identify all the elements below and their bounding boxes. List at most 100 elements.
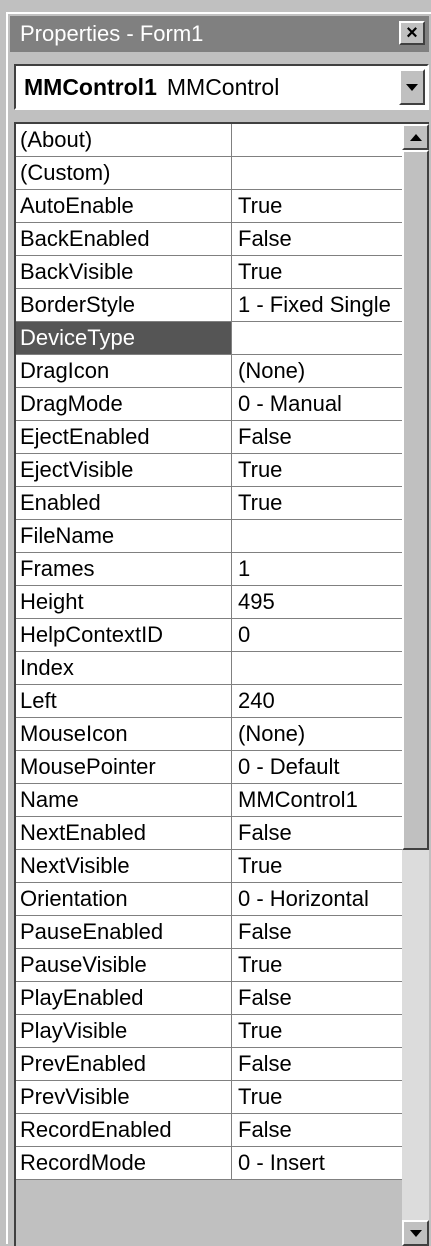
property-value[interactable]: True	[232, 850, 402, 882]
property-name[interactable]: Left	[16, 685, 232, 717]
property-row[interactable]: MousePointer 0 - Default	[16, 751, 402, 784]
property-value[interactable]	[232, 124, 402, 156]
property-row[interactable]: Orientation 0 - Horizontal	[16, 883, 402, 916]
property-name[interactable]: Orientation	[16, 883, 232, 915]
property-row[interactable]: Enabled True	[16, 487, 402, 520]
property-name[interactable]: Height	[16, 586, 232, 618]
property-name[interactable]: DragIcon	[16, 355, 232, 387]
property-value[interactable]: False	[232, 1048, 402, 1080]
property-row[interactable]: DragMode 0 - Manual	[16, 388, 402, 421]
property-row[interactable]: PrevEnabled False	[16, 1048, 402, 1081]
property-row[interactable]: DragIcon (None)	[16, 355, 402, 388]
property-value[interactable]: True	[232, 190, 402, 222]
property-value[interactable]: 240	[232, 685, 402, 717]
scroll-down-button[interactable]	[402, 1220, 429, 1246]
property-name[interactable]: Frames	[16, 553, 232, 585]
property-value[interactable]	[232, 157, 402, 189]
property-value[interactable]: False	[232, 982, 402, 1014]
property-row[interactable]: (About)	[16, 124, 402, 157]
property-row[interactable]: Name MMControl1	[16, 784, 402, 817]
property-row[interactable]: EjectEnabled False	[16, 421, 402, 454]
scroll-up-button[interactable]	[402, 124, 429, 150]
property-name[interactable]: PauseVisible	[16, 949, 232, 981]
property-value[interactable]: (None)	[232, 355, 402, 387]
property-name[interactable]: HelpContextID	[16, 619, 232, 651]
property-name[interactable]: BorderStyle	[16, 289, 232, 321]
property-row[interactable]: MouseIcon (None)	[16, 718, 402, 751]
property-name[interactable]: BackVisible	[16, 256, 232, 288]
property-row[interactable]: RecordMode 0 - Insert	[16, 1147, 402, 1180]
property-row[interactable]: PlayVisible True	[16, 1015, 402, 1048]
property-value[interactable]: False	[232, 223, 402, 255]
property-name[interactable]: PlayEnabled	[16, 982, 232, 1014]
property-row[interactable]: BackVisible True	[16, 256, 402, 289]
property-value[interactable]: True	[232, 454, 402, 486]
property-row[interactable]: Height 495	[16, 586, 402, 619]
property-name[interactable]: MouseIcon	[16, 718, 232, 750]
property-name[interactable]: PrevEnabled	[16, 1048, 232, 1080]
property-row[interactable]: RecordEnabled False	[16, 1114, 402, 1147]
property-value[interactable]: False	[232, 916, 402, 948]
object-selector[interactable]: MMControl1 MMControl	[14, 64, 429, 110]
property-row[interactable]: Index	[16, 652, 402, 685]
property-name[interactable]: DragMode	[16, 388, 232, 420]
property-name[interactable]: EjectVisible	[16, 454, 232, 486]
vertical-scrollbar[interactable]	[402, 124, 429, 1246]
property-row[interactable]: PrevVisible True	[16, 1081, 402, 1114]
property-name[interactable]: PlayVisible	[16, 1015, 232, 1047]
property-row[interactable]: HelpContextID 0	[16, 619, 402, 652]
property-value[interactable]: 1 - Fixed Single	[232, 289, 402, 321]
property-row[interactable]: NextEnabled False	[16, 817, 402, 850]
property-name[interactable]: RecordMode	[16, 1147, 232, 1179]
property-name[interactable]: NextEnabled	[16, 817, 232, 849]
property-value[interactable]: 0 - Default	[232, 751, 402, 783]
property-row[interactable]: BorderStyle 1 - Fixed Single	[16, 289, 402, 322]
property-value[interactable]: False	[232, 421, 402, 453]
property-name[interactable]: PrevVisible	[16, 1081, 232, 1113]
property-name[interactable]: (Custom)	[16, 157, 232, 189]
property-name[interactable]: MousePointer	[16, 751, 232, 783]
property-name[interactable]: Index	[16, 652, 232, 684]
property-row[interactable]: PauseVisible True	[16, 949, 402, 982]
property-value[interactable]: 0 - Insert	[232, 1147, 402, 1179]
property-value[interactable]: 0	[232, 619, 402, 651]
property-row[interactable]: (Custom)	[16, 157, 402, 190]
property-name[interactable]: NextVisible	[16, 850, 232, 882]
property-value[interactable]: True	[232, 487, 402, 519]
property-row[interactable]: AutoEnable True	[16, 190, 402, 223]
property-value[interactable]: False	[232, 1114, 402, 1146]
scrollbar-thumb[interactable]	[402, 150, 429, 850]
property-value[interactable]: 1	[232, 553, 402, 585]
property-value[interactable]: True	[232, 256, 402, 288]
property-value[interactable]: (None)	[232, 718, 402, 750]
property-row[interactable]: PlayEnabled False	[16, 982, 402, 1015]
property-value[interactable]: 0 - Horizontal	[232, 883, 402, 915]
object-selector-dropdown-button[interactable]	[399, 69, 425, 105]
title-bar[interactable]: Properties - Form1 ×	[10, 16, 429, 52]
property-value[interactable]: 495	[232, 586, 402, 618]
property-value[interactable]: MMControl1	[232, 784, 402, 816]
property-value[interactable]: True	[232, 949, 402, 981]
property-row[interactable]: DeviceType	[16, 322, 402, 355]
property-value[interactable]	[232, 322, 402, 354]
property-value[interactable]: False	[232, 817, 402, 849]
property-name[interactable]: Enabled	[16, 487, 232, 519]
property-name[interactable]: Name	[16, 784, 232, 816]
property-name[interactable]: AutoEnable	[16, 190, 232, 222]
property-name[interactable]: RecordEnabled	[16, 1114, 232, 1146]
property-row[interactable]: Left 240	[16, 685, 402, 718]
property-row[interactable]: EjectVisible True	[16, 454, 402, 487]
property-row[interactable]: Frames 1	[16, 553, 402, 586]
property-value[interactable]: 0 - Manual	[232, 388, 402, 420]
property-row[interactable]: FileName	[16, 520, 402, 553]
property-name[interactable]: (About)	[16, 124, 232, 156]
property-row[interactable]: PauseEnabled False	[16, 916, 402, 949]
property-row[interactable]: NextVisible True	[16, 850, 402, 883]
property-name[interactable]: BackEnabled	[16, 223, 232, 255]
property-value[interactable]: True	[232, 1081, 402, 1113]
property-name[interactable]: DeviceType	[16, 322, 232, 354]
close-button[interactable]: ×	[399, 21, 425, 45]
property-value[interactable]	[232, 520, 402, 552]
property-value[interactable]	[232, 652, 402, 684]
property-name[interactable]: FileName	[16, 520, 232, 552]
